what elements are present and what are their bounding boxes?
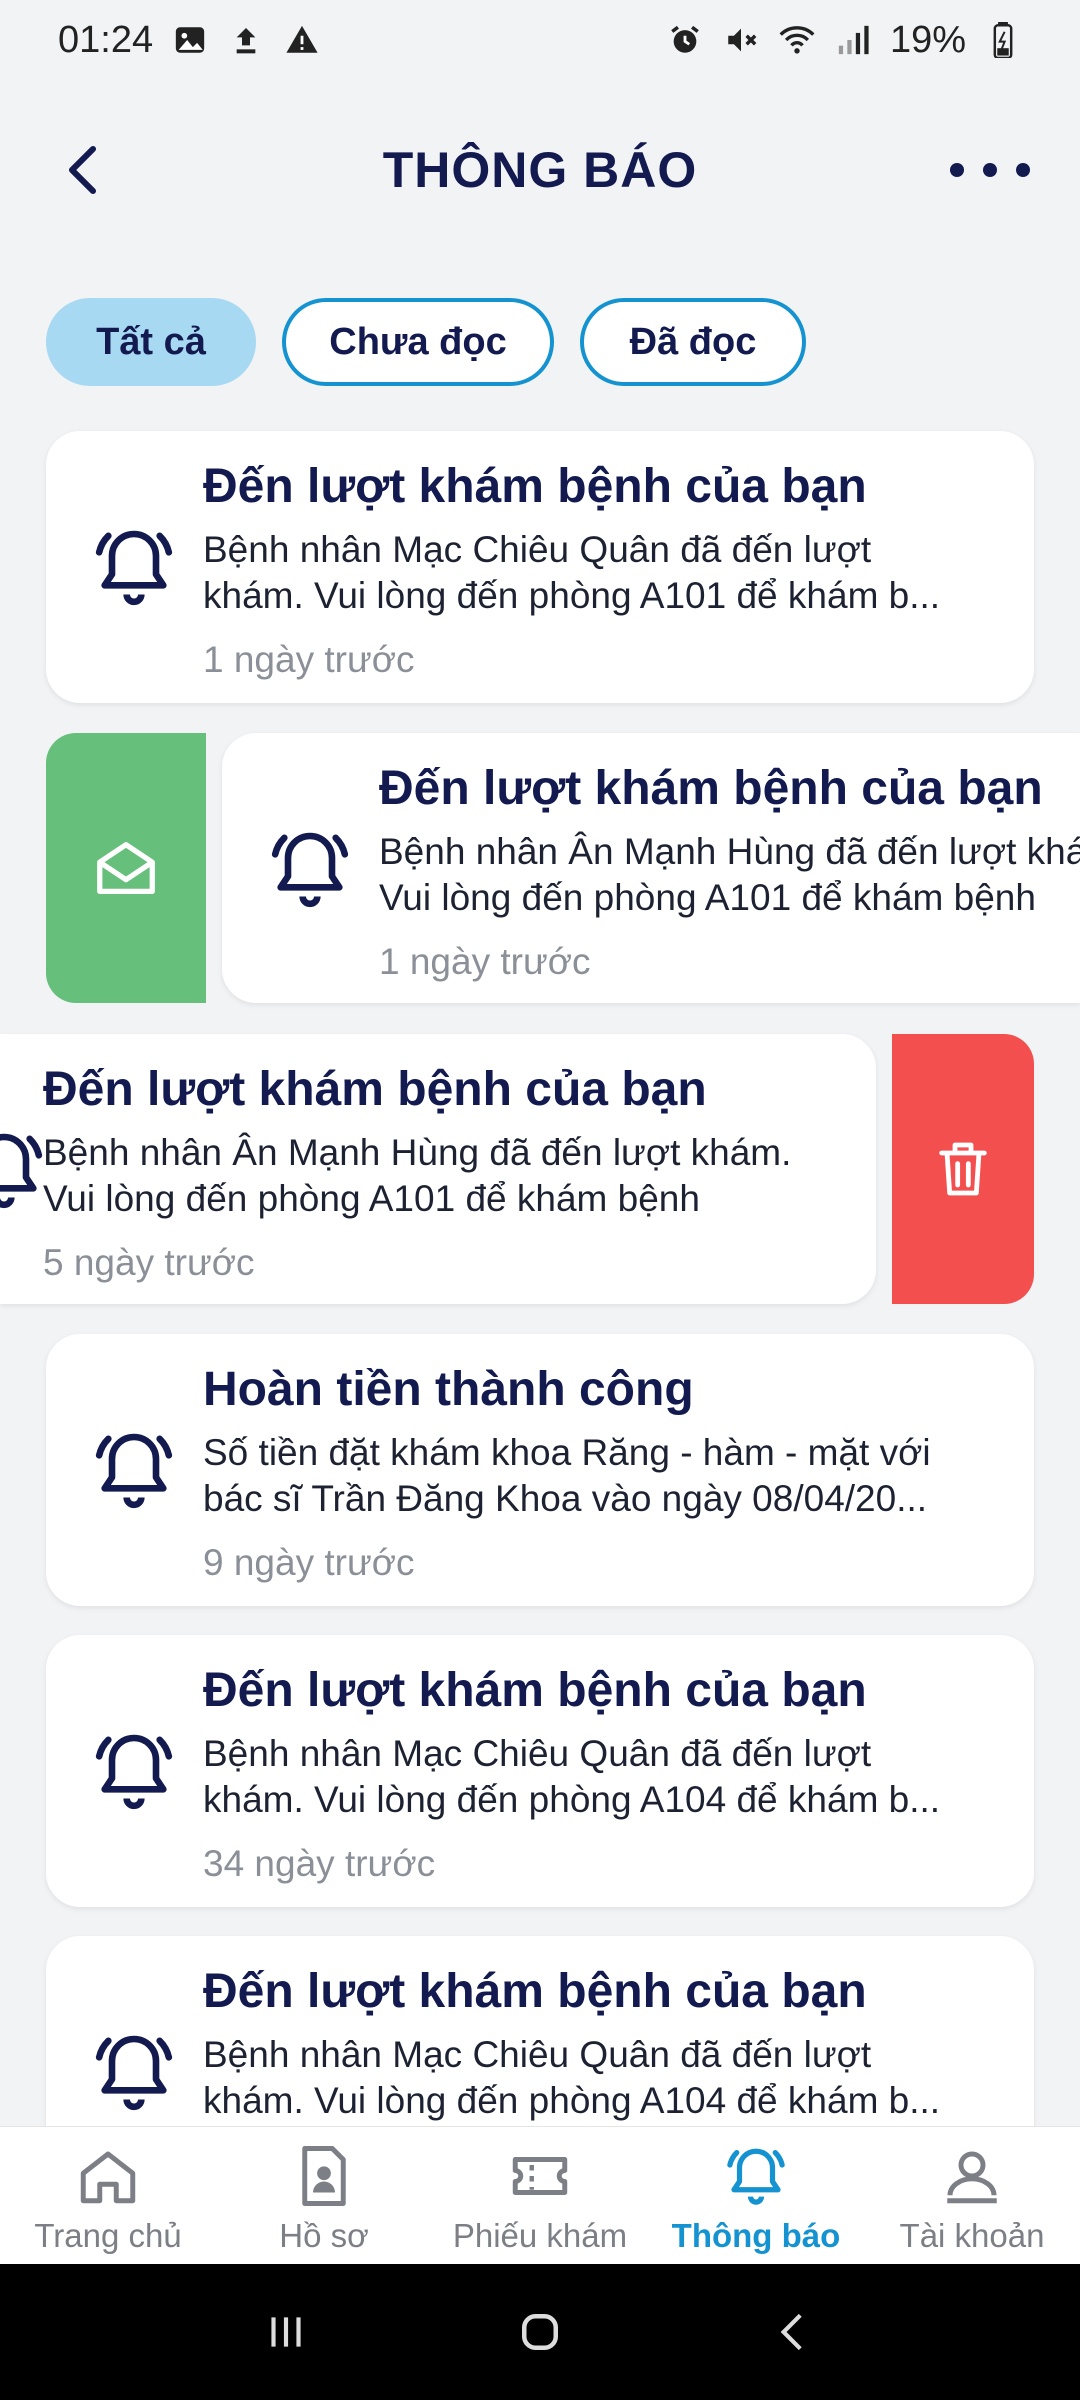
notification-time: 5 ngày trước	[43, 1242, 255, 1283]
bell-icon	[0, 1133, 43, 1209]
bell-icon	[95, 1734, 173, 1810]
filter-tabs: Tất cả Chưa đọc Đã đọc	[46, 298, 806, 386]
mark-read-action[interactable]	[46, 733, 206, 1003]
mute-icon	[722, 21, 760, 59]
notification-body-line1: Số tiền đặt khám khoa Răng - hàm - mặt v…	[203, 1432, 931, 1473]
wifi-icon	[778, 21, 816, 59]
notification-item[interactable]: Đến lượt khám bệnh của bạn Bệnh nhân Mạc…	[46, 431, 1034, 703]
nav-home[interactable]: Trang chủ	[0, 2127, 216, 2264]
notification-title: Đến lượt khám bệnh của bạn	[203, 460, 867, 513]
nav-label: Tài khoản	[899, 2217, 1045, 2254]
notification-body-line2: Vui lòng đến phòng A101 để khám bệnh	[43, 1178, 700, 1219]
page-title: THÔNG BÁO	[382, 142, 698, 198]
more-dot-icon	[950, 163, 964, 177]
notification-body-line2: Vui lòng đến phòng A101 để khám bệnh	[379, 877, 1036, 918]
ticket-icon	[512, 2157, 568, 2195]
nav-label: Hồ sơ	[279, 2217, 369, 2254]
alarm-icon	[666, 21, 704, 59]
notification-body-line1: Bệnh nhân Mạc Chiêu Quân đã đến lượt	[203, 1733, 872, 1774]
tab-all[interactable]: Tất cả	[46, 298, 256, 386]
more-dot-icon	[1016, 163, 1030, 177]
delete-action[interactable]	[892, 1034, 1034, 1304]
chevron-left-icon	[68, 145, 97, 195]
tab-read[interactable]: Đã đọc	[580, 298, 806, 386]
bell-icon	[95, 530, 173, 606]
bell-icon	[95, 1433, 173, 1509]
upload-icon	[227, 21, 265, 59]
recent-apps-icon[interactable]	[261, 2307, 311, 2357]
bell-icon	[95, 2035, 173, 2111]
notification-title: Đến lượt khám bệnh của bạn	[203, 1965, 867, 2018]
notification-title: Hoàn tiền thành công	[203, 1363, 694, 1416]
notification-item[interactable]: Đến lượt khám bệnh của bạn Bệnh nhân Mạc…	[46, 1635, 1034, 1907]
notification-body-line1: Bệnh nhân Mạc Chiêu Quân đã đến lượt	[203, 2034, 872, 2075]
notification-body-line2: khám. Vui lòng đến phòng A101 để khám b.…	[203, 575, 941, 616]
home-icon	[80, 2151, 136, 2204]
tab-unread[interactable]: Chưa đọc	[282, 298, 554, 386]
notification-item[interactable]: Đến lượt khám bệnh của bạn Bệnh nhân Ân …	[0, 1034, 876, 1304]
notification-item[interactable]: Đến lượt khám bệnh của bạn Bệnh nhân Ân …	[222, 733, 1080, 1003]
nav-label: Trang chủ	[34, 2217, 182, 2254]
nav-profile[interactable]: Hồ sơ	[216, 2127, 432, 2264]
status-time: 01:24	[58, 18, 154, 61]
account-icon	[947, 2151, 997, 2204]
notification-time: 1 ngày trước	[379, 941, 591, 982]
header: THÔNG BÁO	[0, 120, 1080, 220]
gallery-icon	[171, 21, 209, 59]
nav-tickets[interactable]: Phiếu khám	[432, 2127, 648, 2264]
notification-title: Đến lượt khám bệnh của bạn	[203, 1664, 867, 1717]
notification-item[interactable]: Hoàn tiền thành công Số tiền đặt khám kh…	[46, 1334, 1034, 1606]
status-bar: 01:24 19%	[0, 0, 1080, 80]
home-button-icon[interactable]	[513, 2305, 567, 2359]
trash-icon	[939, 1142, 987, 1196]
more-options-button[interactable]	[950, 148, 1030, 192]
notification-time: 9 ngày trước	[203, 1542, 415, 1583]
nav-label: Thông báo	[671, 2217, 841, 2254]
nav-label: Phiếu khám	[452, 2217, 628, 2254]
notification-body-line1: Bệnh nhân Ân Mạnh Hùng đã đến lượt khám.	[379, 831, 1080, 872]
nav-notifications[interactable]: Thông báo	[648, 2127, 864, 2264]
profile-document-icon	[302, 2146, 346, 2206]
more-dot-icon	[983, 163, 997, 177]
notification-body-line1: Bệnh nhân Ân Mạnh Hùng đã đến lượt khám.	[43, 1132, 792, 1173]
battery-percent: 19%	[889, 18, 966, 61]
notification-body-line2: khám. Vui lòng đến phòng A104 để khám b.…	[203, 2080, 941, 2121]
notification-body-line2: khám. Vui lòng đến phòng A104 để khám b.…	[203, 1779, 941, 1820]
notification-body-line2: bác sĩ Trần Đăng Khoa vào ngày 08/04/20.…	[203, 1478, 928, 1519]
notification-time: 1 ngày trước	[203, 639, 415, 680]
back-button[interactable]	[58, 142, 114, 198]
battery-icon	[984, 21, 1022, 59]
notification-title: Đến lượt khám bệnh của bạn	[379, 762, 1043, 815]
signal-icon	[834, 21, 872, 59]
system-nav-bar	[0, 2264, 1080, 2400]
bell-icon	[727, 2148, 785, 2205]
notification-time: 34 ngày trước	[203, 1843, 436, 1884]
notification-body-line1: Bệnh nhân Mạc Chiêu Quân đã đến lượt	[203, 529, 872, 570]
open-envelope-icon	[97, 842, 155, 894]
warning-icon	[283, 21, 321, 59]
notification-title: Đến lượt khám bệnh của bạn	[43, 1063, 707, 1116]
system-back-icon[interactable]	[769, 2307, 819, 2357]
bell-icon	[271, 832, 349, 908]
nav-account[interactable]: Tài khoản	[864, 2127, 1080, 2264]
bottom-nav: Trang chủ Hồ sơ Phiếu khám Thông báo Tài…	[0, 2126, 1080, 2264]
